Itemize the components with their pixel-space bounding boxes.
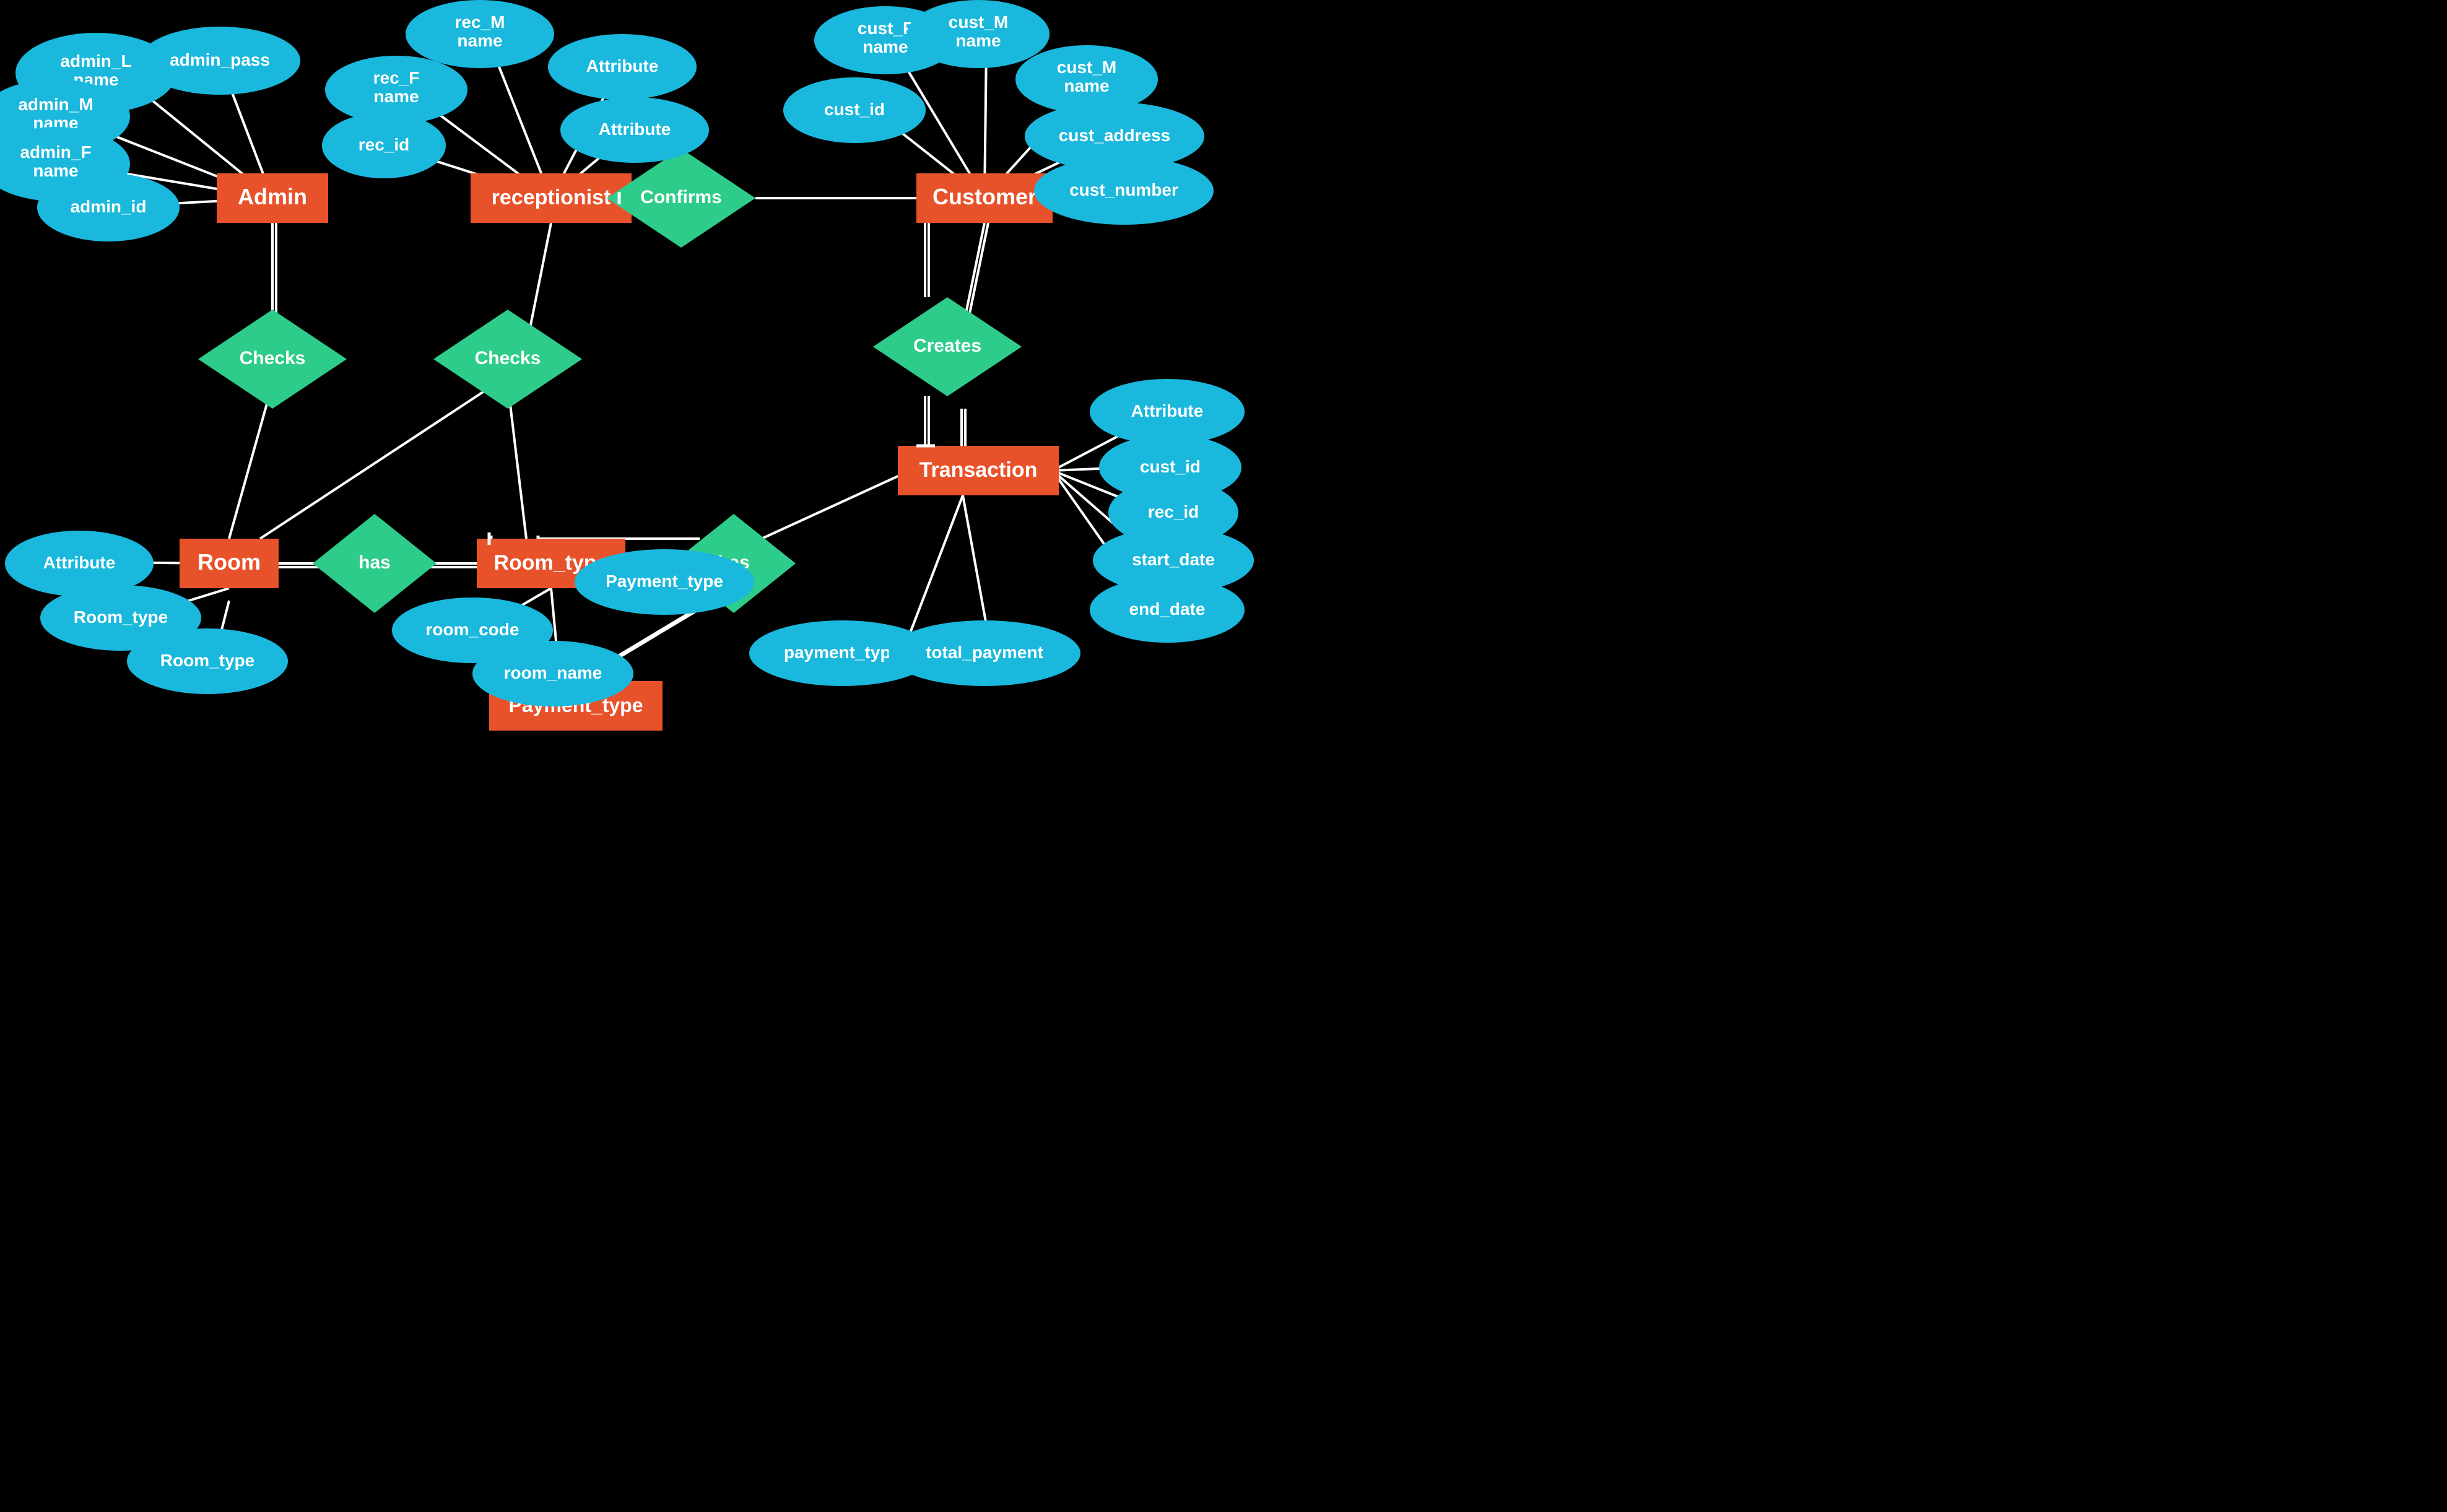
svg-text:admin_pass: admin_pass: [170, 50, 270, 69]
svg-text:total_payment: total_payment: [926, 643, 1043, 662]
svg-text:admin_F: admin_F: [20, 142, 91, 162]
svg-text:cust_id: cust_id: [824, 100, 885, 119]
svg-text:name: name: [457, 31, 502, 50]
svg-text:cust_id: cust_id: [1140, 457, 1201, 476]
svg-text:rec_id: rec_id: [359, 135, 410, 154]
svg-text:Attribute: Attribute: [599, 119, 671, 139]
svg-text:admin_id: admin_id: [71, 197, 147, 216]
svg-text:Attribute: Attribute: [586, 56, 659, 76]
svg-text:start_date: start_date: [1132, 550, 1215, 569]
svg-text:cust_M: cust_M: [1057, 58, 1116, 77]
svg-text:cust_address: cust_address: [1059, 126, 1171, 145]
svg-text:Payment_type: Payment_type: [606, 571, 723, 591]
relation-checks-rec-label: Checks: [475, 348, 541, 368]
svg-text:rec_M: rec_M: [455, 12, 505, 32]
relation-creates-label: Creates: [913, 336, 981, 356]
entity-receptionist-label: receptionist: [492, 186, 611, 209]
svg-text:Attribute: Attribute: [43, 553, 116, 572]
svg-text:rec_id: rec_id: [1148, 502, 1199, 521]
entity-admin-label: Admin: [238, 184, 307, 209]
svg-text:name: name: [863, 37, 908, 56]
svg-text:admin_L: admin_L: [60, 51, 131, 71]
relation-has-room-label: has: [359, 552, 391, 573]
svg-text:name: name: [1064, 76, 1109, 95]
svg-text:name: name: [373, 87, 419, 106]
svg-text:payment_type: payment_type: [784, 643, 900, 662]
svg-text:rec_F: rec_F: [373, 68, 420, 87]
relation-checks-admin-label: Checks: [240, 348, 306, 368]
svg-text:room_code: room_code: [426, 620, 519, 639]
svg-text:cust_number: cust_number: [1069, 180, 1178, 199]
svg-text:Room_type: Room_type: [160, 651, 254, 670]
svg-text:admin_M: admin_M: [18, 95, 93, 114]
entity-customer-label: Customer: [932, 184, 1037, 209]
svg-text:Attribute: Attribute: [1131, 401, 1204, 420]
relation-confirms-label: Confirms: [640, 187, 722, 207]
svg-text:room_name: room_name: [504, 663, 602, 682]
svg-text:cust_F: cust_F: [858, 19, 913, 38]
svg-text:cust_M: cust_M: [949, 12, 1008, 32]
svg-text:Room_type: Room_type: [74, 607, 168, 627]
entity-room-label: Room: [198, 549, 261, 575]
entity-transaction-label: Transaction: [919, 458, 1038, 482]
svg-text:name: name: [33, 161, 78, 180]
svg-text:end_date: end_date: [1129, 599, 1206, 619]
svg-text:name: name: [955, 31, 1001, 50]
